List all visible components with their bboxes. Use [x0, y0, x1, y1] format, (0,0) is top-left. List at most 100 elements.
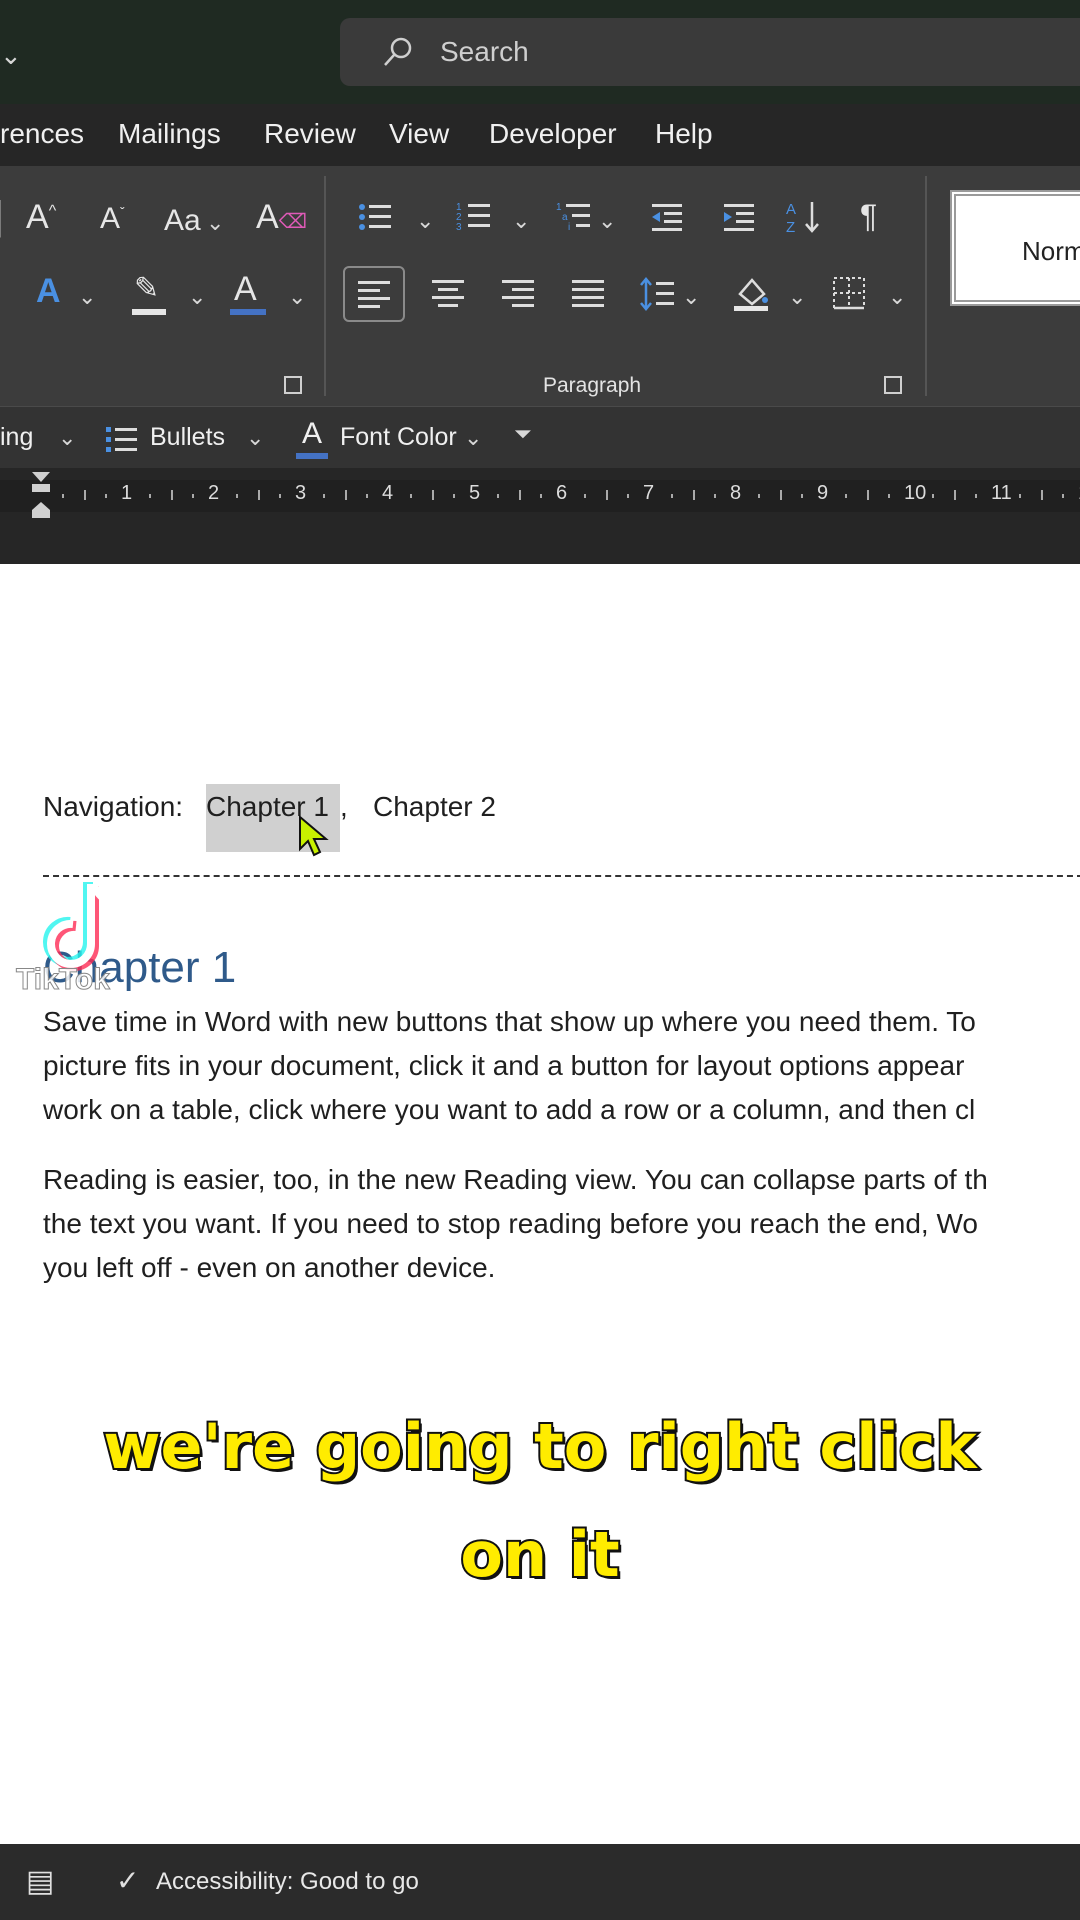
- align-center-icon[interactable]: [432, 280, 466, 308]
- decrease-indent-icon[interactable]: [650, 202, 684, 232]
- paragraph-line: you left off - even on another device.: [43, 1252, 496, 1283]
- shading-icon[interactable]: [732, 274, 770, 312]
- macro-recording-icon[interactable]: ▤: [26, 1864, 54, 1899]
- tab-review[interactable]: Review: [264, 118, 356, 150]
- svg-text:A: A: [786, 201, 796, 218]
- group-separator: [324, 176, 326, 396]
- chevron-down-icon[interactable]: ⌄: [788, 284, 806, 310]
- ruler-tick: [192, 494, 194, 498]
- font-color-bar: [230, 309, 266, 315]
- font-color-bar: [296, 453, 328, 459]
- ruler-tick: [671, 494, 673, 498]
- ruler-tick: [345, 490, 347, 500]
- ruler-tick: [1062, 494, 1064, 498]
- indent-marker-icon[interactable]: [30, 472, 52, 518]
- tab-developer[interactable]: Developer: [489, 118, 617, 150]
- chevron-down-icon[interactable]: ⌄: [888, 284, 906, 310]
- align-left-icon: [358, 281, 390, 308]
- tab-references[interactable]: rences: [0, 118, 84, 150]
- justify-icon[interactable]: [572, 280, 606, 308]
- nav-link-chapter-2[interactable]: Chapter 2: [373, 791, 496, 823]
- style-normal-preview[interactable]: Norm: [950, 190, 1080, 306]
- numbering-icon[interactable]: 1 2 3: [456, 200, 492, 232]
- ruler-area: 12345678910111: [0, 468, 1080, 564]
- paragraph-line: Save time in Word with new buttons that …: [43, 1006, 976, 1037]
- bullets-button[interactable]: Bullets: [150, 423, 225, 452]
- accessibility-icon[interactable]: ✓: [116, 1864, 139, 1897]
- ruler-tick: [867, 490, 869, 500]
- ruler-number: 5: [469, 482, 481, 504]
- group-separator: [925, 176, 927, 396]
- shrink-font-icon[interactable]: Aˇ: [100, 204, 125, 234]
- bullets-icon[interactable]: [358, 202, 392, 232]
- menu-bar: rences Mailings Review View Developer He…: [0, 104, 1080, 166]
- ruler-number: 9: [817, 482, 829, 504]
- chevron-down-icon[interactable]: ⌄: [0, 40, 22, 71]
- chevron-down-icon[interactable]: ⌄: [78, 284, 96, 310]
- tab-help[interactable]: Help: [655, 118, 713, 150]
- chevron-down-icon[interactable]: ⌄: [512, 208, 530, 234]
- ruler-tick: [171, 490, 173, 500]
- chevron-down-icon[interactable]: ⌄: [464, 425, 482, 451]
- chevron-down-icon[interactable]: ⌄: [246, 425, 264, 451]
- ruler-number: 4: [382, 482, 394, 504]
- ruler-tick: [366, 494, 368, 498]
- ruler-tick: [758, 494, 760, 498]
- ruler[interactable]: 12345678910111: [0, 472, 1080, 518]
- align-right-icon[interactable]: [502, 280, 536, 308]
- highlighter-icon[interactable]: ✎: [134, 274, 159, 304]
- increase-indent-icon[interactable]: [722, 202, 756, 232]
- multilevel-list-icon[interactable]: 1 a i: [556, 200, 592, 232]
- font-dialog-launcher-icon[interactable]: [284, 376, 302, 394]
- ruler-tick: [888, 494, 890, 498]
- svg-text:i: i: [568, 222, 570, 232]
- paragraph-line: picture fits in your document, click it …: [43, 1050, 965, 1081]
- heading-style-button[interactable]: ing: [0, 423, 33, 452]
- ruler-tick: [323, 494, 325, 498]
- chevron-down-icon[interactable]: ⌄: [58, 425, 76, 451]
- chevron-down-icon[interactable]: ⌄: [288, 284, 306, 310]
- document-page[interactable]: [0, 564, 1080, 1844]
- ruler-tick: [1019, 494, 1021, 498]
- paragraph-line: the text you want. If you need to stop r…: [43, 1208, 978, 1239]
- ruler-tick: [780, 490, 782, 500]
- font-color-icon[interactable]: A: [234, 272, 257, 306]
- ruler-tick: [954, 490, 956, 500]
- borders-icon[interactable]: [832, 276, 866, 310]
- grow-font-icon[interactable]: A^: [26, 200, 56, 234]
- font-color-button[interactable]: Font Color: [340, 423, 457, 452]
- style-name: Norm: [1022, 236, 1080, 266]
- chevron-down-icon[interactable]: ⌄: [416, 208, 434, 234]
- customize-toolbar-icon[interactable]: ⏷: [514, 421, 532, 447]
- ruler-tick: [801, 494, 803, 498]
- show-formatting-marks-icon[interactable]: ¶: [860, 200, 877, 232]
- ruler-tick: [975, 494, 977, 498]
- tab-mailings[interactable]: Mailings: [118, 118, 221, 150]
- ruler-number: 1: [121, 482, 133, 504]
- chevron-down-icon[interactable]: ⌄: [206, 210, 224, 236]
- chevron-down-icon[interactable]: ⌄: [682, 284, 700, 310]
- watermark-text: TikTok: [16, 963, 111, 997]
- accessibility-status[interactable]: Accessibility: Good to go: [156, 1868, 419, 1896]
- font-size-box-edge: |: [0, 196, 4, 236]
- change-case-icon[interactable]: Aa: [164, 206, 201, 236]
- text-effects-icon[interactable]: A: [36, 274, 61, 308]
- chevron-down-icon[interactable]: ⌄: [188, 284, 206, 310]
- bullets-icon: [106, 427, 137, 452]
- search-placeholder: Search: [440, 36, 529, 67]
- tab-view[interactable]: View: [389, 118, 449, 150]
- dashed-divider: [43, 875, 1080, 877]
- search-box[interactable]: Search: [340, 18, 1080, 86]
- ruler-tick: [714, 494, 716, 498]
- ruler-tick: [236, 494, 238, 498]
- line-spacing-icon[interactable]: [640, 276, 676, 312]
- paragraph-group-label: Paragraph: [543, 374, 642, 397]
- sort-icon[interactable]: A Z: [786, 198, 822, 236]
- chevron-down-icon[interactable]: ⌄: [598, 208, 616, 234]
- ruler-number: 3: [295, 482, 307, 504]
- nav-prefix: Navigation:: [43, 791, 184, 822]
- clear-formatting-icon[interactable]: A⌫: [256, 200, 307, 234]
- paragraph-dialog-launcher-icon[interactable]: [884, 376, 902, 394]
- mouse-cursor-icon: [299, 815, 329, 857]
- align-left-button[interactable]: [343, 266, 405, 322]
